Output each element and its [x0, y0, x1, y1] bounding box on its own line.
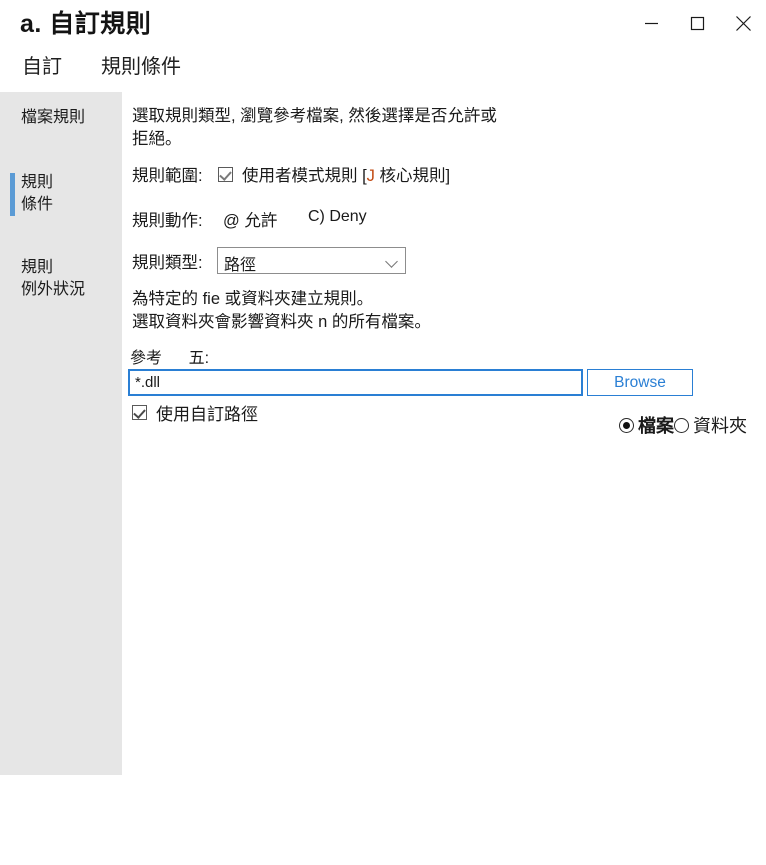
page-title: a. 自訂規則: [20, 10, 152, 38]
target-file-radio[interactable]: [619, 417, 634, 433]
tab-rule-conditions[interactable]: 規則條件: [101, 50, 181, 79]
reference-path-input[interactable]: [128, 369, 583, 396]
sidebar-selection-indicator: [10, 173, 15, 216]
scope-text-prefix: 使用者模式規則 [: [242, 167, 367, 185]
scope-text-suffix: 核心規則]: [374, 167, 451, 185]
minimize-icon: [644, 22, 658, 24]
rule-action-label: 規則動作:: [132, 212, 203, 230]
sidebar-item-file-rules[interactable]: 檔案規則: [0, 107, 122, 131]
rule-type-label: 規則類型:: [132, 254, 203, 272]
target-type-radio-group: 檔案 資料夾: [619, 412, 747, 438]
target-folder-radio[interactable]: [674, 417, 689, 433]
rule-scope-checkbox-row[interactable]: 使用者模式規則 [J 核心規則]: [218, 162, 450, 186]
rule-type-selected-value: 路徑: [224, 257, 257, 274]
tab-bar: 自訂 規則條件: [0, 50, 766, 90]
scope-text-keyword: J: [366, 167, 375, 185]
sidebar-item-label: 規則 例外狀況: [21, 259, 86, 298]
user-mode-rules-label: 使用者模式規則 [J 核心規則]: [242, 162, 450, 186]
custom-path-row[interactable]: 使用自訂路徑: [132, 400, 258, 425]
minimize-button[interactable]: [628, 0, 674, 46]
tab-custom[interactable]: 自訂: [22, 50, 62, 79]
chevron-down-icon: [385, 255, 398, 268]
target-file-label: 檔案: [638, 416, 674, 436]
rule-action-allow-option[interactable]: @ 允許: [223, 207, 277, 231]
sidebar-item-rule-conditions[interactable]: 規則 條件: [0, 172, 122, 218]
target-folder-label: 資料夾: [693, 416, 747, 436]
panel-description: 選取規則類型, 瀏覽參考檔案, 然後選擇是否允許或 拒絕。: [132, 107, 497, 148]
custom-path-checkbox[interactable]: [132, 405, 147, 420]
title-bar: a. 自訂規則: [0, 0, 766, 46]
window-controls: [628, 0, 766, 46]
browse-button[interactable]: Browse: [587, 369, 693, 396]
panel-description-secondary: 為特定的 fie 或資料夾建立規則。 選取資料夾會影響資料夾 n 的所有檔案。: [132, 290, 431, 331]
custom-path-label: 使用自訂路徑: [156, 405, 258, 424]
sidebar-item-label: 檔案規則: [21, 109, 86, 126]
custom-rule-window: a. 自訂規則 自訂 規則條件 檔案規則 規則 條件 規則 例外狀況 選取規則類…: [0, 0, 766, 865]
sidebar-item-label: 規則 條件: [21, 174, 54, 213]
close-icon: [735, 15, 751, 31]
rule-action-deny-option[interactable]: C) Deny: [308, 208, 367, 226]
close-button[interactable]: [720, 0, 766, 46]
main-panel: 選取規則類型, 瀏覽參考檔案, 然後選擇是否允許或 拒絕。 規則範圍: 使用者模…: [122, 92, 766, 775]
user-mode-rules-checkbox[interactable]: [218, 166, 233, 182]
rule-type-select[interactable]: 路徑: [217, 247, 406, 274]
maximize-icon: [690, 16, 704, 30]
maximize-button[interactable]: [674, 0, 720, 46]
sidebar-item-rule-exceptions[interactable]: 規則 例外狀況: [0, 257, 122, 303]
footer-button-bar: < Back Add Exception Create Rule Next >: [0, 797, 766, 865]
sidebar: 檔案規則 規則 條件 規則 例外狀況: [0, 92, 122, 775]
rule-scope-label: 規則範圍:: [132, 167, 203, 185]
reference-label: 參考 五:: [130, 350, 210, 367]
